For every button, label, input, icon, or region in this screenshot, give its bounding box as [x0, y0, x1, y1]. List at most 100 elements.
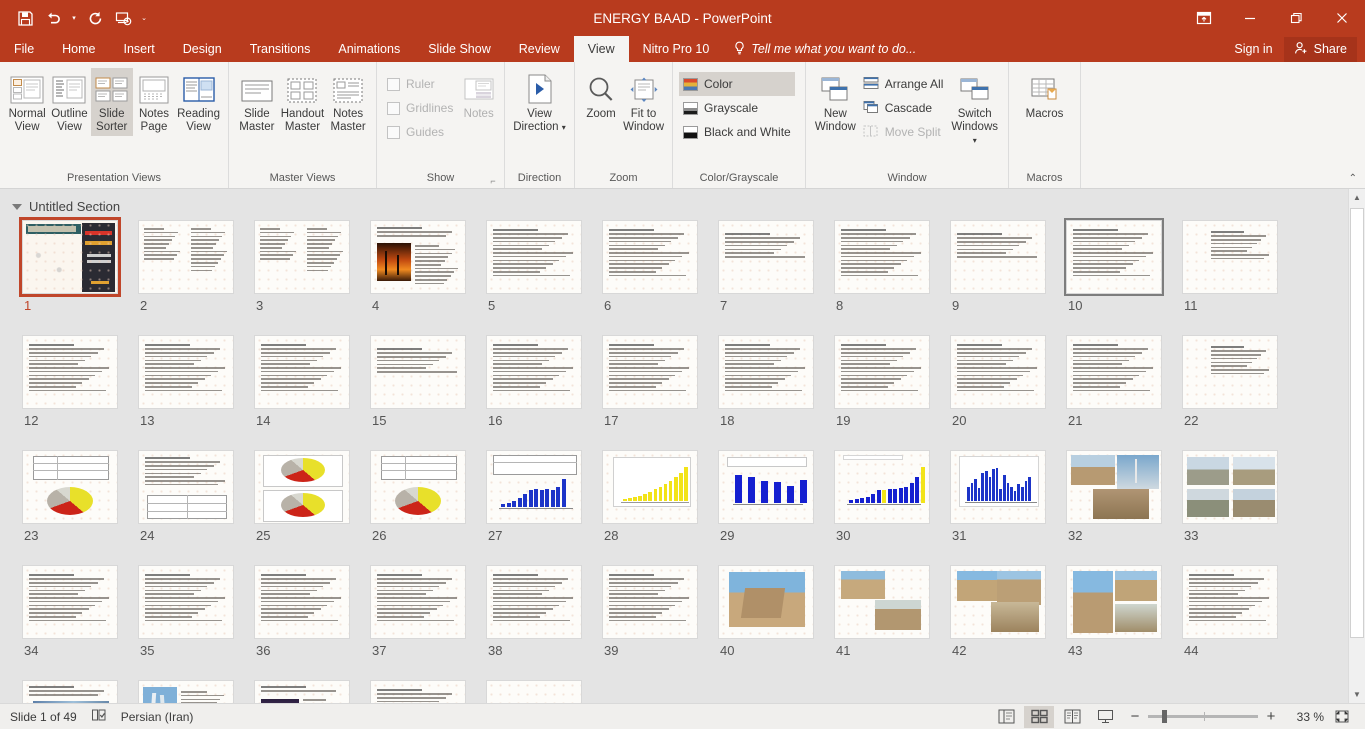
arrange-all-button[interactable]: Arrange All — [859, 72, 948, 96]
normal-view-button[interactable]: Normal View — [6, 68, 48, 136]
slide-thumbnail[interactable] — [22, 450, 118, 524]
vertical-scrollbar[interactable]: ▲ ▼ — [1348, 189, 1365, 703]
slide-thumbnail-cell[interactable]: 13 — [132, 335, 248, 428]
slide-thumbnail[interactable] — [138, 565, 234, 639]
slide-thumbnail-cell[interactable]: 1 — [16, 220, 132, 313]
slide-thumbnail-cell[interactable]: 27 — [480, 450, 596, 543]
slide-thumbnail[interactable] — [370, 680, 466, 703]
slide-thumbnail-cell[interactable]: 3 — [248, 220, 364, 313]
slide-thumbnail-cell[interactable]: 12 — [16, 335, 132, 428]
slide-thumbnail[interactable] — [950, 335, 1046, 409]
minimize-button[interactable] — [1227, 0, 1273, 36]
view-direction-button[interactable]: View Direction ▾ — [511, 68, 568, 136]
slide-thumbnail-cell[interactable]: 29 — [712, 450, 828, 543]
slide-thumbnail[interactable]: پایان — [486, 680, 582, 703]
scroll-up-icon[interactable]: ▲ — [1349, 189, 1365, 206]
slide-thumbnail[interactable] — [138, 220, 234, 294]
gridlines-checkbox[interactable]: Gridlines — [383, 96, 457, 120]
slide-thumbnail[interactable] — [1182, 335, 1278, 409]
slide-thumbnail[interactable] — [138, 335, 234, 409]
reading-view-button[interactable]: Reading View — [175, 68, 222, 136]
zoom-out-button[interactable]: − — [1129, 708, 1141, 725]
zoom-button[interactable]: Zoom — [581, 68, 621, 123]
slide-thumbnail[interactable] — [950, 565, 1046, 639]
scrollbar-thumb[interactable] — [1350, 208, 1364, 638]
slide-thumbnail[interactable] — [22, 565, 118, 639]
zoom-slider[interactable]: − + — [1129, 708, 1277, 725]
tab-review[interactable]: Review — [505, 36, 574, 62]
redo-icon[interactable] — [82, 6, 108, 30]
tab-view[interactable]: View — [574, 36, 629, 62]
slide-thumbnail[interactable] — [486, 220, 582, 294]
section-collapse-icon[interactable] — [12, 204, 22, 210]
slide-thumbnail-cell[interactable]: پایان49 — [480, 680, 596, 703]
slide-thumbnail[interactable] — [950, 450, 1046, 524]
save-icon[interactable] — [12, 6, 38, 30]
slide-thumbnail-cell[interactable]: 25 — [248, 450, 364, 543]
slide-thumbnail[interactable] — [22, 680, 118, 703]
new-window-button[interactable]: New Window — [812, 68, 859, 136]
fit-to-window-button[interactable]: Fit to Window — [621, 68, 666, 136]
slide-thumbnail[interactable] — [602, 335, 698, 409]
slide-thumbnail-cell[interactable]: 28 — [596, 450, 712, 543]
ruler-checkbox[interactable]: Ruler — [383, 72, 457, 96]
slide-sorter-button[interactable]: Slide Sorter — [91, 68, 133, 136]
handout-master-button[interactable]: Handout Master — [279, 68, 326, 136]
slide-thumbnail-cell[interactable]: 34 — [16, 565, 132, 658]
fit-slide-to-window-button[interactable] — [1327, 706, 1357, 728]
tell-me-box[interactable]: Tell me what you want to do... — [723, 36, 926, 62]
slide-thumbnail-cell[interactable]: 5 — [480, 220, 596, 313]
slide-thumbnail-cell[interactable]: 7 — [712, 220, 828, 313]
slide-thumbnail-cell[interactable]: 48 — [364, 680, 480, 703]
tab-insert[interactable]: Insert — [110, 36, 169, 62]
sign-in-button[interactable]: Sign in — [1225, 39, 1281, 59]
slide-thumbnail-cell[interactable]: 17 — [596, 335, 712, 428]
slide-thumbnail[interactable] — [602, 220, 698, 294]
tab-home[interactable]: Home — [48, 36, 109, 62]
tab-design[interactable]: Design — [169, 36, 236, 62]
slide-thumbnail[interactable] — [486, 565, 582, 639]
slide-thumbnail-cell[interactable]: 36 — [248, 565, 364, 658]
slide-thumbnail-cell[interactable]: 2 — [132, 220, 248, 313]
language-indicator[interactable]: Persian (Iran) — [121, 710, 194, 724]
slide-thumbnail-cell[interactable]: 46 — [132, 680, 248, 703]
grayscale-option[interactable]: Grayscale — [679, 96, 795, 120]
slide-thumbnail[interactable] — [718, 335, 814, 409]
slide-thumbnail[interactable] — [254, 335, 350, 409]
slide-thumbnail[interactable] — [254, 450, 350, 524]
slide-thumbnail[interactable] — [22, 335, 118, 409]
slide-thumbnail-cell[interactable]: 33 — [1176, 450, 1292, 543]
spellcheck-icon[interactable] — [91, 708, 107, 725]
section-header[interactable]: Untitled Section — [0, 199, 1348, 220]
slide-thumbnail[interactable] — [254, 680, 350, 703]
slide-thumbnail[interactable] — [718, 220, 814, 294]
slide-master-button[interactable]: Slide Master — [235, 68, 279, 136]
slide-thumbnail-cell[interactable]: 9 — [944, 220, 1060, 313]
slide-thumbnail[interactable] — [1066, 220, 1162, 294]
slide-thumbnail-cell[interactable]: 16 — [480, 335, 596, 428]
slide-thumbnail[interactable] — [602, 450, 698, 524]
slide-counter[interactable]: Slide 1 of 49 — [10, 710, 77, 724]
start-presentation-icon[interactable] — [110, 6, 136, 30]
undo-icon[interactable] — [40, 6, 66, 30]
notes-page-button[interactable]: Notes Page — [133, 68, 175, 136]
slide-thumbnail[interactable] — [254, 220, 350, 294]
slide-thumbnail-cell[interactable]: 43 — [1060, 565, 1176, 658]
zoom-thumb[interactable] — [1162, 710, 1167, 723]
slide-thumbnail[interactable] — [834, 220, 930, 294]
cascade-button[interactable]: Cascade — [859, 96, 948, 120]
slide-thumbnail-cell[interactable]: 21 — [1060, 335, 1176, 428]
undo-dropdown-icon[interactable]: ▾ — [68, 6, 80, 30]
slide-thumbnail-cell[interactable]: 14 — [248, 335, 364, 428]
tab-slide-show[interactable]: Slide Show — [414, 36, 505, 62]
black-and-white-option[interactable]: Black and White — [679, 120, 795, 144]
slide-thumbnail-cell[interactable]: 41 — [828, 565, 944, 658]
slide-sorter-button-status[interactable] — [1024, 706, 1054, 728]
slide-thumbnail-cell[interactable]: 30 — [828, 450, 944, 543]
tab-animations[interactable]: Animations — [324, 36, 414, 62]
slide-thumbnail[interactable] — [486, 450, 582, 524]
slide-thumbnail[interactable] — [834, 450, 930, 524]
slide-thumbnail[interactable] — [138, 450, 234, 524]
notes-button[interactable]: Notes — [459, 68, 498, 123]
slide-thumbnail-cell[interactable]: 26 — [364, 450, 480, 543]
